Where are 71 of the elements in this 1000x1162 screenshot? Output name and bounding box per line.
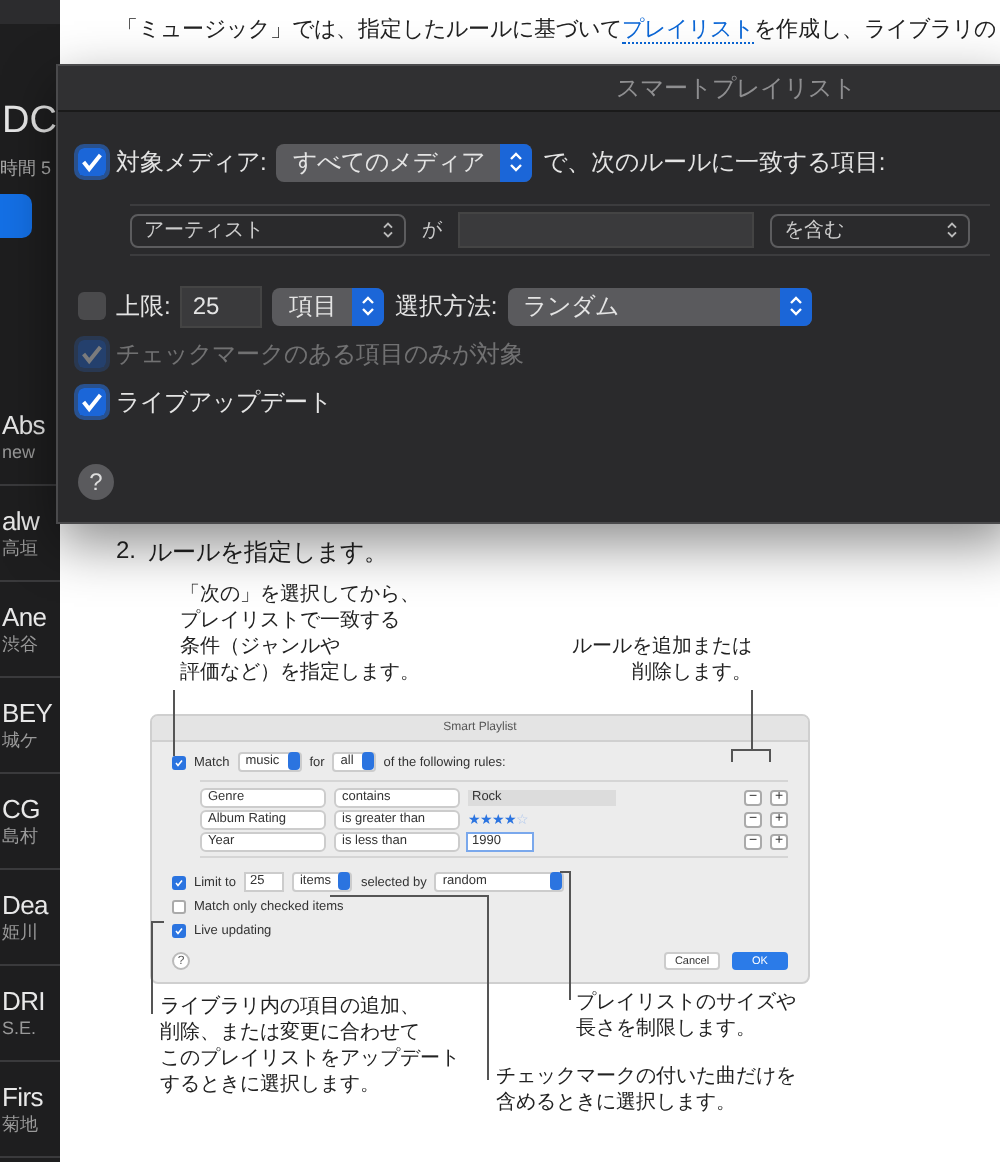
stepper-icon	[338, 872, 351, 890]
method-dropdown[interactable]: ランダム	[507, 287, 812, 325]
match-checkbox[interactable]	[172, 755, 186, 769]
album-artist: 高垣	[2, 536, 40, 560]
step-number: 2.	[116, 536, 137, 568]
album-artist: 城ケ	[2, 728, 40, 752]
limit-field[interactable]: 25	[180, 285, 263, 327]
leader-line	[173, 689, 175, 757]
album-title: DRI	[2, 986, 47, 1016]
limit-checkbox[interactable]	[78, 292, 106, 320]
checked-only-label: チェックマークのある項目のみが対象	[116, 337, 524, 371]
chevron-icon	[380, 218, 396, 242]
stepper-icon	[500, 143, 533, 181]
stepper-icon	[352, 287, 385, 325]
album-title: Ane	[2, 602, 49, 632]
sidebar-toolbar	[0, 0, 60, 24]
album-list-item[interactable]: Firs 菊地	[0, 1062, 60, 1158]
limit-label: 上限:	[116, 289, 171, 323]
callout-text: プレイリストのサイズや 長さを制限します。	[576, 990, 796, 1042]
album-list-item[interactable]: DRI S.E.	[0, 966, 60, 1062]
playlist-link[interactable]: プレイリスト	[622, 18, 754, 44]
album-title: CG	[2, 794, 42, 824]
field-dropdown[interactable]: アーティスト	[130, 213, 406, 247]
operator-dropdown[interactable]: を含む	[770, 213, 970, 247]
album-artist: 姫川	[2, 920, 40, 944]
album-artist: new	[2, 440, 38, 464]
stepper-icon	[361, 752, 374, 770]
rule-value-field[interactable]	[458, 212, 754, 248]
media-label: 対象メディア:	[116, 145, 267, 179]
library-heading: DC	[0, 100, 59, 144]
help-button[interactable]: ?	[78, 464, 114, 500]
album-list-item[interactable]: CG 島村	[0, 774, 60, 870]
leader-line	[559, 871, 571, 1001]
library-subheading: 時間 5	[0, 156, 54, 182]
callout-text: ライブラリ内の項目の追加、 削除、または変更に合わせて このプレイリストをアップデート するときに選択します。	[160, 994, 460, 1098]
limit-checkbox[interactable]	[172, 875, 186, 889]
stepper-icon	[779, 287, 812, 325]
live-updating-checkbox[interactable]	[172, 923, 186, 937]
album-artist: 菊地	[2, 1112, 40, 1136]
connector-label: が	[422, 218, 442, 244]
album-title: Dea	[2, 890, 51, 920]
album-list-item[interactable]: Dea 姫川	[0, 870, 60, 966]
media-rule-label: で、次のルールに一致する項目:	[542, 145, 886, 179]
live-update-checkbox[interactable]	[78, 388, 106, 416]
stepper-icon	[287, 752, 300, 770]
media-dropdown[interactable]: すべてのメディア	[276, 143, 533, 181]
album-artist: 島村	[2, 824, 40, 848]
method-label: 選択方法:	[394, 289, 498, 323]
intro-text: 「ミュージック」では、指定したルールに基づいて プレイリスト を作成し、ライブラリの	[116, 15, 998, 46]
album-artist: S.E.	[2, 1016, 39, 1040]
callout-text: ルールを追加または 削除します。	[570, 634, 752, 686]
album-title: alw	[2, 506, 42, 536]
album-title: Firs	[2, 1082, 45, 1112]
album-title: Abs	[2, 410, 48, 440]
stepper-icon	[550, 872, 563, 890]
step-text: ルールを指定します。	[148, 536, 389, 570]
unit-dropdown[interactable]: 項目	[272, 287, 385, 325]
sidebar-button[interactable]	[0, 194, 32, 238]
callout-text: 「次の」を選択してから、 プレイリストで一致する 条件（ジャンルや 評価など）を指定します。	[180, 582, 420, 686]
dialog-title: スマートプレイリスト	[58, 66, 1000, 112]
media-checkbox[interactable]	[78, 148, 106, 176]
live-update-label: ライブアップデート	[116, 385, 332, 419]
leader-line	[151, 921, 165, 1015]
album-list-item[interactable]: BEY 城ケ	[0, 678, 60, 774]
album-title: BEY	[2, 698, 55, 728]
callout-text: チェックマークの付いた曲だけを 含めるときに選択します。	[496, 1064, 796, 1116]
chevron-icon	[944, 218, 960, 242]
leader-line	[731, 689, 771, 763]
album-list-item[interactable]: Ane 渋谷	[0, 582, 60, 678]
album-artist: 渋谷	[2, 632, 40, 656]
checked-only-checkbox[interactable]	[172, 899, 186, 913]
